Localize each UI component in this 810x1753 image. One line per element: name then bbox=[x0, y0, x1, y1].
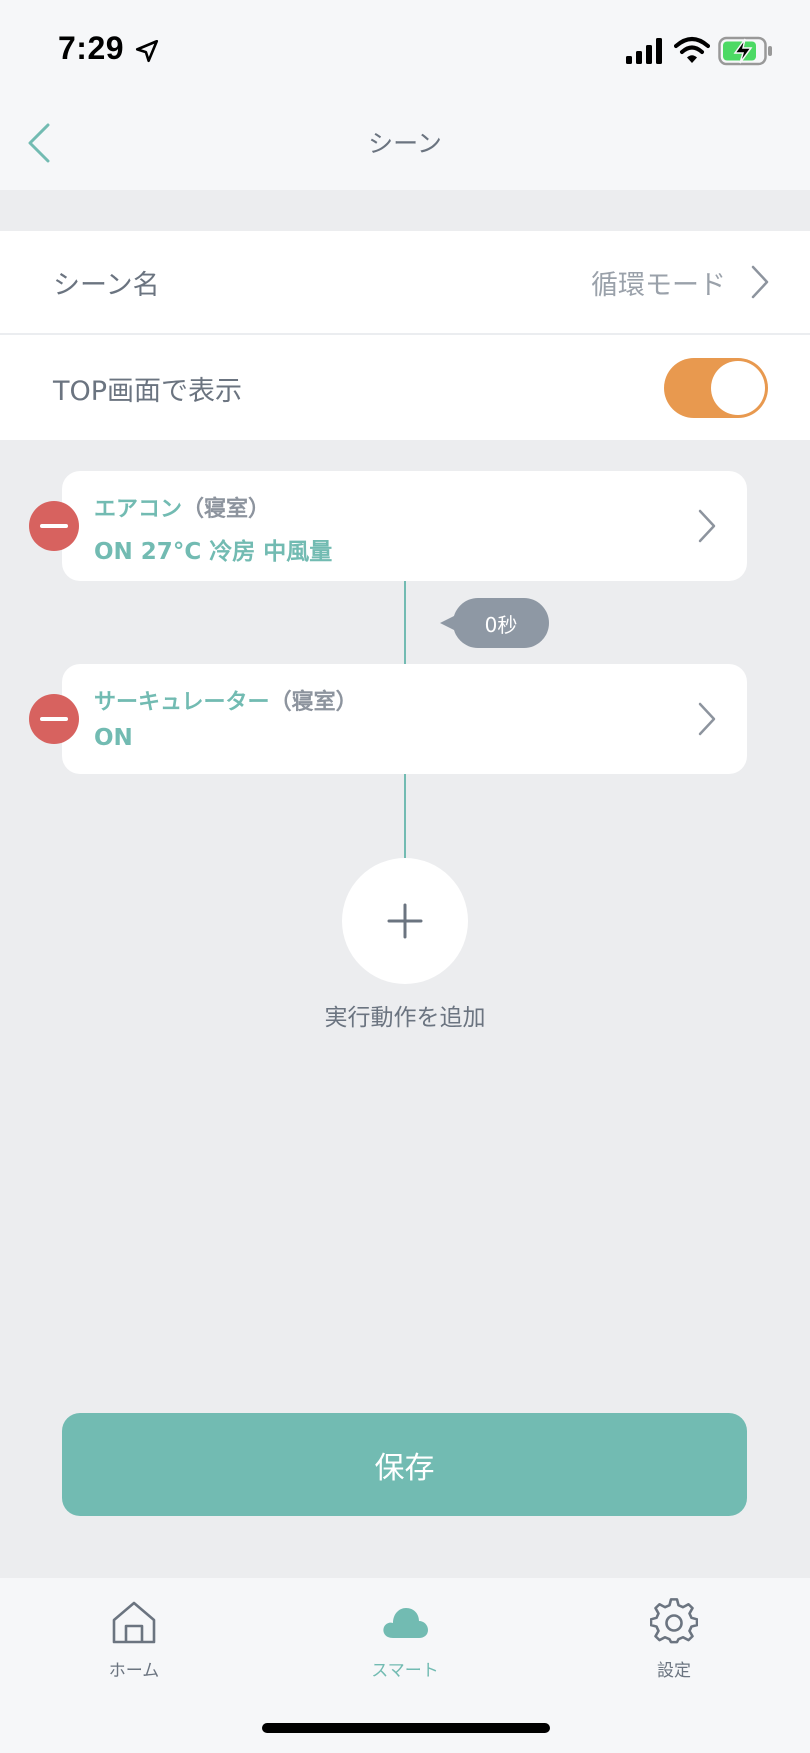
tab-label: ホーム bbox=[108, 1661, 160, 1681]
action-card[interactable]: エアコン（寝室） ON 27°C 冷房 中風量 bbox=[62, 471, 747, 581]
action-card[interactable]: サーキュレーター（寝室） ON bbox=[62, 664, 747, 774]
add-action-label: 実行動作を追加 bbox=[324, 1005, 486, 1031]
chevron-right-icon bbox=[751, 265, 769, 299]
action-detail: ON 27°C 冷房 中風量 bbox=[94, 539, 333, 565]
chevron-right-icon bbox=[698, 509, 716, 543]
action-device: エアコン（寝室） bbox=[94, 491, 270, 523]
show-on-top-row: TOP画面で表示 bbox=[0, 336, 810, 440]
scene-name-value: 循環モード bbox=[591, 269, 726, 301]
scene-settings: シーン名 循環モード TOP画面で表示 bbox=[0, 231, 810, 440]
action-detail: ON bbox=[94, 725, 133, 751]
chevron-right-icon bbox=[698, 702, 716, 736]
show-on-top-label: TOP画面で表示 bbox=[53, 375, 243, 407]
location-arrow-icon bbox=[135, 39, 159, 63]
page-title: シーン bbox=[368, 129, 442, 158]
show-on-top-toggle[interactable] bbox=[664, 358, 768, 418]
cloud-icon bbox=[383, 1608, 428, 1638]
plus-icon bbox=[387, 903, 423, 939]
action-device: サーキュレーター（寝室） bbox=[94, 684, 358, 716]
tab-settings[interactable]: 設定 bbox=[604, 1598, 744, 1693]
scene-name-label: シーン名 bbox=[53, 269, 160, 301]
status-time: 7:29 bbox=[58, 30, 125, 66]
delay-badge[interactable]: 0秒 bbox=[453, 598, 549, 648]
signal-icon bbox=[626, 38, 662, 64]
home-indicator bbox=[262, 1723, 550, 1733]
connector-line bbox=[404, 774, 406, 860]
scene-name-row[interactable]: シーン名 循環モード bbox=[0, 231, 810, 335]
status-bar: 7:29 bbox=[0, 0, 810, 100]
wifi-icon bbox=[674, 37, 710, 63]
tab-label: 設定 bbox=[657, 1661, 691, 1681]
toggle-knob bbox=[711, 361, 765, 415]
remove-action-button[interactable] bbox=[29, 501, 79, 551]
tab-label: スマート bbox=[371, 1661, 439, 1681]
gear-icon bbox=[650, 1598, 698, 1644]
room-name: （寝室） bbox=[182, 497, 271, 522]
battery-charging-icon bbox=[718, 36, 772, 66]
home-icon bbox=[112, 1601, 156, 1644]
device-name: エアコン bbox=[94, 497, 183, 522]
device-name: サーキュレーター bbox=[94, 690, 270, 715]
add-action-button[interactable] bbox=[342, 858, 468, 984]
connector-line bbox=[404, 581, 406, 665]
nav-bar: シーン bbox=[0, 100, 810, 190]
tab-home[interactable]: ホーム bbox=[64, 1598, 204, 1693]
remove-action-button[interactable] bbox=[29, 694, 79, 744]
tab-smart[interactable]: スマート bbox=[335, 1598, 475, 1693]
save-button[interactable]: 保存 bbox=[62, 1413, 747, 1516]
room-name: （寝室） bbox=[269, 690, 358, 715]
